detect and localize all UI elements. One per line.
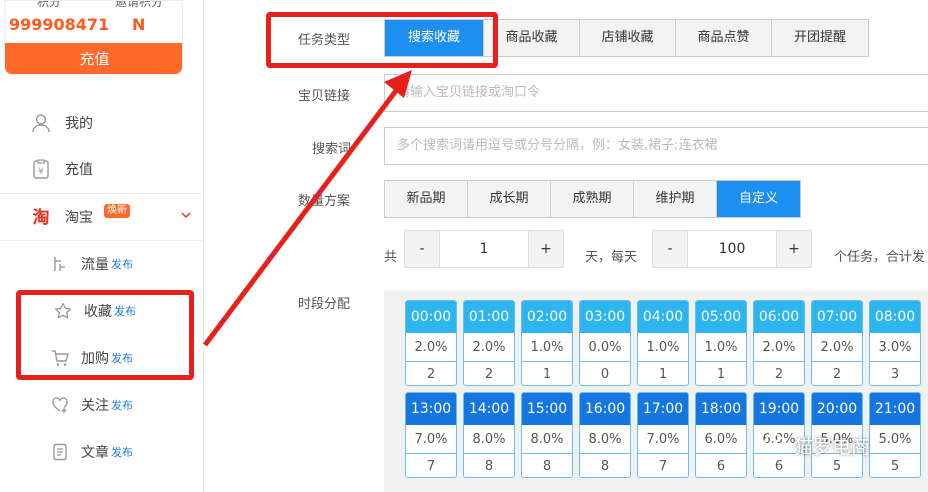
- watermark-text: 猫罗电商: [794, 436, 871, 458]
- annotation-arrow: [203, 70, 412, 347]
- watermark: 猫罗电商: [764, 432, 870, 459]
- wechat-icon: [764, 433, 788, 458]
